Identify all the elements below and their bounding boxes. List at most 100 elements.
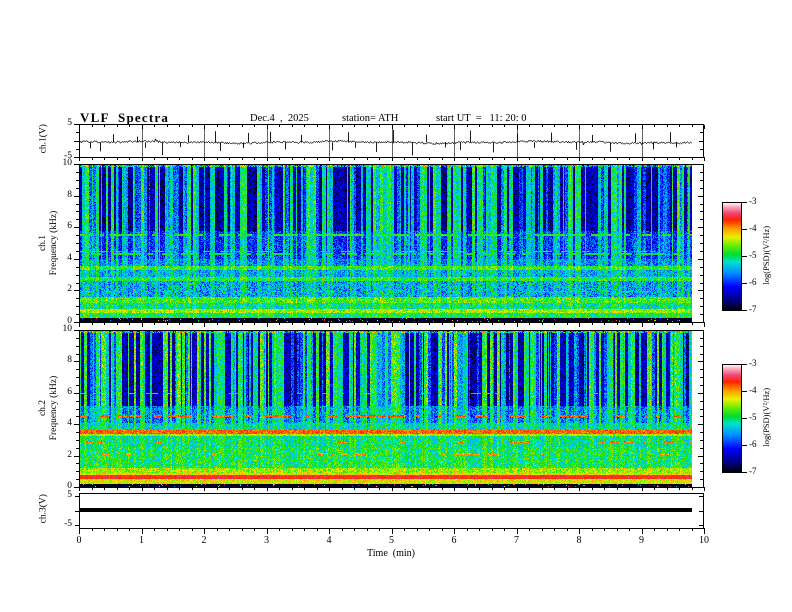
tick xyxy=(74,290,79,291)
tick-label: 3 xyxy=(264,535,269,546)
tick xyxy=(567,487,568,490)
tick xyxy=(742,445,747,446)
tick xyxy=(342,157,343,160)
tick xyxy=(529,528,530,531)
tick xyxy=(604,487,605,490)
tick xyxy=(354,125,355,127)
tick xyxy=(567,322,568,325)
tick xyxy=(604,528,605,531)
tick xyxy=(742,418,747,419)
tick-label: 10 xyxy=(62,324,73,334)
tick xyxy=(76,314,79,315)
tick xyxy=(467,125,468,127)
ch2-spectrogram xyxy=(79,330,692,487)
tick xyxy=(492,157,493,160)
tick-label: 4 xyxy=(67,418,72,428)
tick xyxy=(542,322,543,325)
tick xyxy=(74,164,79,165)
tick xyxy=(698,164,703,165)
tick-label: 4 xyxy=(67,253,72,263)
tick xyxy=(329,125,330,129)
tick xyxy=(217,322,218,325)
tick xyxy=(267,487,268,491)
tick xyxy=(254,125,255,127)
tick xyxy=(279,125,280,127)
tick xyxy=(679,487,680,490)
tick xyxy=(342,487,343,490)
tick xyxy=(698,393,703,394)
tick xyxy=(699,525,703,526)
tick xyxy=(76,235,79,236)
tick xyxy=(629,322,630,325)
tick xyxy=(700,377,703,378)
tick xyxy=(404,487,405,490)
tick xyxy=(74,141,79,142)
tick xyxy=(117,322,118,325)
tick xyxy=(279,322,280,325)
tick xyxy=(517,322,518,327)
tick xyxy=(742,229,747,230)
tick xyxy=(76,243,79,244)
tick xyxy=(342,528,343,531)
time-axis-label: Time (min) xyxy=(367,548,415,559)
tick xyxy=(254,322,255,325)
tick xyxy=(379,125,380,127)
tick xyxy=(76,180,79,181)
tick xyxy=(492,125,493,127)
tick xyxy=(367,157,368,160)
tick xyxy=(700,275,703,276)
tick xyxy=(604,125,605,127)
tick xyxy=(279,487,280,490)
tick xyxy=(579,322,580,327)
tick xyxy=(76,409,79,410)
tick-label: -7 xyxy=(749,304,757,314)
tick xyxy=(76,385,79,386)
figure-title: VLF Spectra xyxy=(80,110,170,125)
tick xyxy=(76,463,79,464)
tick xyxy=(700,204,703,205)
tick xyxy=(292,487,293,490)
tick xyxy=(700,354,703,355)
tick xyxy=(517,487,518,491)
tick xyxy=(74,124,79,125)
tick xyxy=(192,322,193,325)
tick xyxy=(254,528,255,531)
tick-label: -5 xyxy=(749,412,757,422)
figure-station: station= ATH xyxy=(342,113,399,124)
tick xyxy=(76,219,79,220)
tick xyxy=(76,479,79,480)
tick xyxy=(292,322,293,325)
tick-label: 9 xyxy=(639,535,644,546)
tick xyxy=(429,487,430,490)
tick xyxy=(76,338,79,339)
tick xyxy=(117,528,118,531)
tick xyxy=(74,157,79,158)
tick xyxy=(304,487,305,490)
tick xyxy=(579,157,580,161)
tick xyxy=(700,471,703,472)
tick xyxy=(242,487,243,490)
tick xyxy=(454,528,455,534)
tick xyxy=(317,157,318,160)
tick xyxy=(698,259,703,260)
tick-label: -3 xyxy=(749,196,757,206)
tick xyxy=(392,125,393,129)
tick xyxy=(392,528,393,534)
tick xyxy=(104,528,105,531)
tick xyxy=(429,157,430,160)
tick xyxy=(229,528,230,531)
tick xyxy=(529,125,530,127)
tick xyxy=(76,188,79,189)
tick xyxy=(154,487,155,490)
tick xyxy=(604,322,605,325)
tick xyxy=(329,487,330,491)
tick xyxy=(679,125,680,127)
tick xyxy=(698,322,703,323)
tick xyxy=(192,487,193,490)
tick-label: 5 xyxy=(389,535,394,546)
tick xyxy=(492,528,493,531)
tick-label: -6 xyxy=(749,439,757,449)
tick xyxy=(554,528,555,531)
tick xyxy=(317,487,318,490)
tick xyxy=(254,157,255,160)
